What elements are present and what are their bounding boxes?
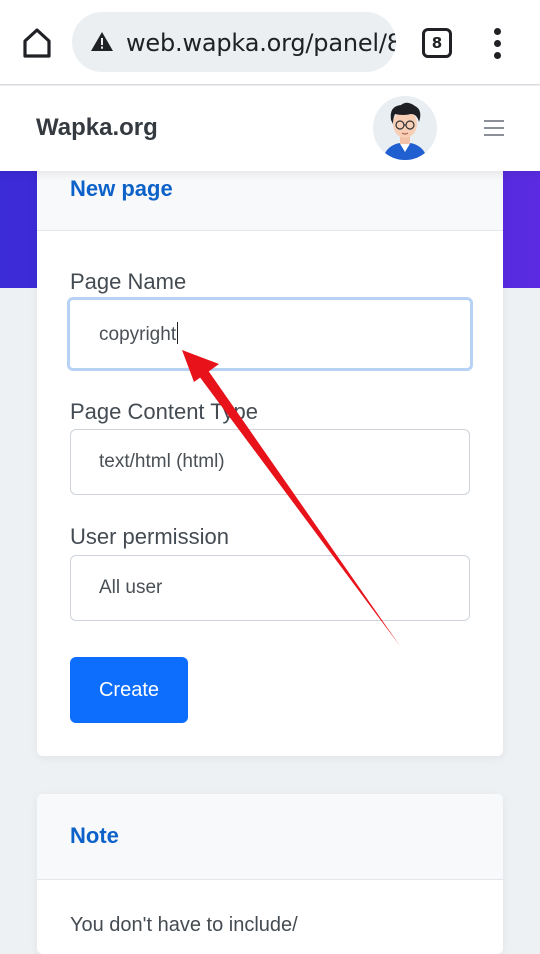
tab-switcher-icon[interactable]: 8 [422,28,452,58]
site-brand[interactable]: Wapka.org [36,114,158,142]
permission-select[interactable]: All user [70,555,470,621]
page-name-value: copyright [99,324,177,345]
kebab-menu-icon[interactable] [486,26,508,60]
create-button[interactable]: Create [70,657,188,723]
url-text[interactable]: web.wapka.org/panel/87 [126,29,396,57]
address-bar[interactable]: web.wapka.org/panel/87 [72,12,396,72]
card-title: New page [70,176,173,201]
hamburger-menu-icon[interactable] [484,118,506,138]
permission-label: User permission [70,524,229,549]
warning-icon[interactable] [90,30,114,54]
text-caret [177,322,179,344]
tab-count: 8 [422,28,452,58]
note-card: Note You don't have to include/ [37,794,503,954]
page-name-input[interactable]: copyright [67,297,473,371]
card-title: Note [70,823,119,848]
content-type-value: text/html (html) [99,451,225,472]
permission-value: All user [99,577,163,598]
card-header: Note [37,794,503,880]
new-page-card: New page Page Name copyright Page Conten… [37,150,503,756]
site-header: Wapka.org [0,86,540,171]
avatar[interactable] [373,96,437,160]
page-name-label: Page Name [70,269,187,294]
note-text: You don't have to include/ [70,914,298,936]
browser-toolbar: web.wapka.org/panel/87 8 [0,0,540,85]
home-icon[interactable] [18,24,56,62]
content-type-label: Page Content Type [70,399,258,424]
content-type-select[interactable]: text/html (html) [70,429,470,495]
